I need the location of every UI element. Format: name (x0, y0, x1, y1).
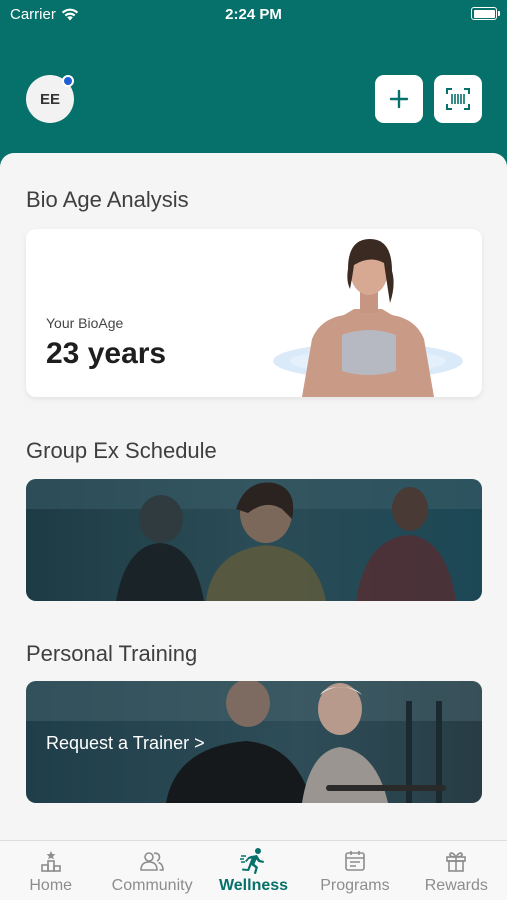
status-bar: Carrier 2:24 PM (0, 0, 507, 30)
rewards-icon (444, 847, 468, 875)
avatar[interactable]: EE (26, 75, 74, 123)
tab-community[interactable]: Community (101, 841, 202, 900)
tab-home-label: Home (29, 877, 73, 894)
tab-community-label: Community (111, 877, 193, 894)
programs-icon (343, 847, 367, 875)
battery-icon (471, 7, 500, 20)
home-icon (39, 847, 63, 875)
tab-programs-label: Programs (320, 877, 390, 894)
tab-bar: Home Community Wellness Programs Rewards (0, 840, 507, 900)
tab-home[interactable]: Home (0, 841, 101, 900)
bioage-value: 23 years (46, 337, 167, 370)
personal-training-card[interactable]: Request a Trainer > (26, 681, 482, 803)
barcode-scan-icon (446, 88, 470, 110)
group-ex-section-title: Group Ex Schedule (26, 438, 217, 463)
main-content: Bio Age Analysis Your BioAge 23 years Gr… (0, 153, 507, 840)
bioage-label: Your BioAge (46, 315, 124, 331)
group-ex-photo-image (26, 479, 482, 601)
status-time: 2:24 PM (225, 6, 282, 23)
community-icon (139, 847, 165, 875)
tab-rewards[interactable]: Rewards (406, 841, 507, 900)
scan-button[interactable] (434, 75, 482, 123)
bio-age-card[interactable]: Your BioAge 23 years (26, 229, 482, 397)
personal-training-section-title: Personal Training (26, 641, 198, 666)
bioage-figure-image (273, 239, 463, 397)
notification-dot (62, 75, 74, 87)
tab-rewards-label: Rewards (424, 877, 488, 894)
tab-wellness[interactable]: Wellness (203, 841, 304, 900)
tab-wellness-label: Wellness (218, 877, 289, 894)
bio-age-section-title: Bio Age Analysis (26, 187, 189, 212)
plus-icon (389, 89, 409, 109)
group-ex-card[interactable] (26, 479, 482, 601)
request-trainer-link[interactable]: Request a Trainer > (46, 733, 205, 754)
avatar-initials: EE (39, 90, 60, 108)
wellness-icon (239, 847, 269, 875)
tab-programs[interactable]: Programs (304, 841, 405, 900)
add-button[interactable] (375, 75, 423, 123)
